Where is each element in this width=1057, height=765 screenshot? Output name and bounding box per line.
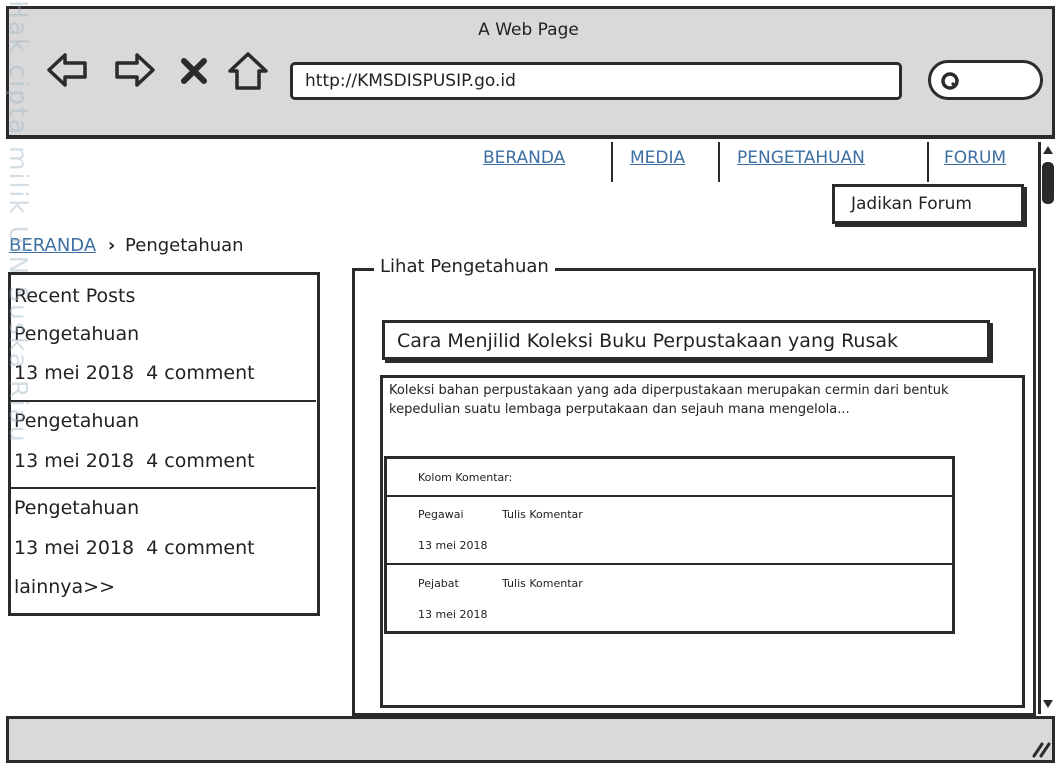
url-bar[interactable]: http://KMSDISPUSIP.go.id [290, 62, 902, 100]
panel-legend: Lihat Pengetahuan [374, 256, 555, 277]
comments-divider [386, 563, 952, 565]
comment-user: Pegawai [418, 508, 464, 521]
jadikan-forum-button[interactable]: Jadikan Forum [832, 184, 1024, 224]
watermark-text: Hak cipta milik UIN Suska Riau [4, 0, 33, 444]
comments-label: Kolom Komentar: [418, 471, 513, 484]
post-meta: 13 mei 2018 4 comment [14, 450, 255, 472]
breadcrumb-current: Pengetahuan [125, 235, 244, 256]
home-icon[interactable] [226, 50, 270, 92]
comments-divider [386, 495, 952, 497]
url-text: http://KMSDISPUSIP.go.id [305, 71, 516, 91]
post-meta: 13 mei 2018 4 comment [14, 537, 255, 559]
comment-user: Pejabat [418, 577, 459, 590]
nav-forum[interactable]: FORUM [944, 148, 1006, 168]
back-arrow-icon[interactable] [45, 50, 89, 90]
scroll-thumb[interactable] [1042, 162, 1054, 204]
scroll-up-icon[interactable] [1041, 143, 1055, 157]
nav-separator [718, 142, 720, 182]
breadcrumb-separator: › [107, 235, 116, 256]
window-title: A Web Page [478, 20, 579, 40]
stop-x-icon[interactable] [178, 55, 210, 87]
write-comment-link[interactable]: Tulis Komentar [502, 508, 583, 521]
post-title[interactable]: Pengetahuan [14, 497, 139, 519]
post-divider [8, 487, 316, 489]
comment-date: 13 mei 2018 [418, 539, 488, 552]
breadcrumb: BERANDA › Pengetahuan [9, 235, 244, 256]
forward-arrow-icon[interactable] [113, 50, 157, 90]
nav-beranda[interactable]: BERANDA [483, 148, 565, 168]
article-excerpt: Koleksi bahan perpustakaan yang ada dipe… [389, 383, 949, 417]
search-icon [941, 72, 959, 90]
write-comment-link[interactable]: Tulis Komentar [502, 577, 583, 590]
scrollbar[interactable] [1038, 142, 1055, 714]
search-field[interactable] [928, 60, 1043, 100]
scroll-down-icon[interactable] [1041, 697, 1055, 711]
post-meta: 13 mei 2018 4 comment [14, 362, 255, 384]
more-posts-link[interactable]: lainnya>> [14, 576, 115, 598]
article-title[interactable]: Cara Menjilid Koleksi Buku Perpustakaan … [382, 320, 990, 360]
nav-pengetahuan[interactable]: PENGETAHUAN [737, 148, 865, 168]
comment-date: 13 mei 2018 [418, 608, 488, 621]
post-divider [8, 400, 316, 402]
resize-grip-icon[interactable] [1030, 738, 1052, 758]
nav-separator [611, 142, 613, 182]
nav-media[interactable]: MEDIA [630, 148, 685, 168]
nav-separator [927, 142, 929, 182]
status-bar [6, 716, 1055, 763]
